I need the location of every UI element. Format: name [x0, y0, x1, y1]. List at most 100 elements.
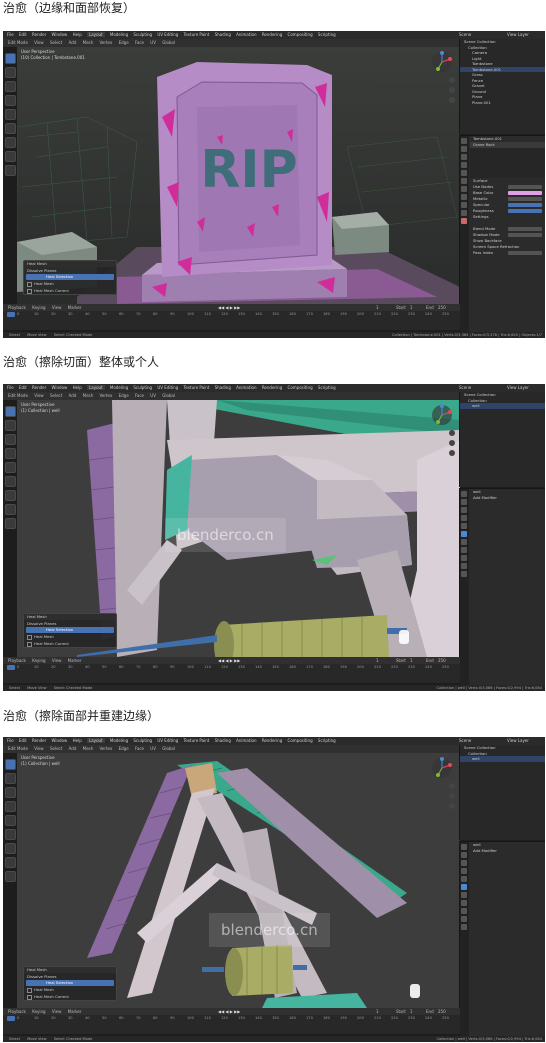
- workspace-tab-texture[interactable]: Texture Paint: [184, 32, 210, 37]
- move-tool[interactable]: [5, 81, 16, 92]
- playback-controls-icon[interactable]: ◀◀ ◀ ▶ ▶▶: [218, 304, 240, 311]
- scale-tool[interactable]: [5, 109, 16, 120]
- vertex-menu[interactable]: Vertex: [99, 746, 112, 751]
- menu-render[interactable]: Render: [32, 32, 46, 37]
- start-frame-field[interactable]: 1: [410, 1008, 413, 1015]
- timeline-ruler[interactable]: 0 10 20 30 40 50 60 70 80 90 100 110 120…: [3, 311, 460, 318]
- vertex-menu[interactable]: Vertex: [99, 40, 112, 45]
- frame-cursor[interactable]: [7, 665, 15, 670]
- keying-menu[interactable]: Keying: [32, 305, 45, 310]
- keying-menu[interactable]: Keying: [32, 1009, 45, 1014]
- annotate-tool[interactable]: [5, 843, 16, 854]
- particles-tab-icon[interactable]: [461, 539, 467, 545]
- orientation-dropdown[interactable]: Global: [162, 746, 175, 751]
- physics-tab-icon[interactable]: [461, 547, 467, 553]
- menu-window[interactable]: Window: [52, 385, 68, 390]
- current-frame-field[interactable]: 1: [376, 304, 379, 311]
- workspace-tab-scripting[interactable]: Scripting: [318, 32, 336, 37]
- use-nodes-field[interactable]: [508, 185, 542, 189]
- workspace-tab-uv[interactable]: UV Editing: [157, 32, 178, 37]
- output-tab-icon[interactable]: [461, 146, 467, 152]
- end-frame-field[interactable]: 250: [438, 657, 446, 664]
- uv-menu[interactable]: UV: [150, 40, 156, 45]
- menu-help[interactable]: Help: [73, 385, 82, 390]
- scale-tool[interactable]: [5, 815, 16, 826]
- workspace-tab-rendering[interactable]: Rendering: [262, 385, 282, 390]
- workspace-tab-uv[interactable]: UV Editing: [157, 738, 178, 743]
- add-menu[interactable]: Add: [69, 393, 77, 398]
- workspace-tab-animation[interactable]: Animation: [236, 385, 256, 390]
- redo-last-panel[interactable]: Heal Mesh Dissolve Planes Heal Selection…: [23, 613, 117, 648]
- view-menu[interactable]: View: [34, 40, 44, 45]
- camera-view-icon[interactable]: [449, 803, 455, 809]
- face-menu[interactable]: Face: [135, 40, 144, 45]
- workspace-tab-animation[interactable]: Animation: [236, 32, 256, 37]
- scene-selector[interactable]: Scene: [459, 384, 471, 392]
- menu-render[interactable]: Render: [32, 385, 46, 390]
- workspace-tab-modeling[interactable]: Modeling: [110, 32, 128, 37]
- menu-help[interactable]: Help: [73, 32, 82, 37]
- select-menu[interactable]: Select: [50, 393, 62, 398]
- workspace-tab-compositing[interactable]: Compositing: [288, 32, 313, 37]
- vertex-menu[interactable]: Vertex: [99, 393, 112, 398]
- edge-menu[interactable]: Edge: [119, 746, 129, 751]
- object-tab-icon[interactable]: [461, 170, 467, 176]
- metallic-slider[interactable]: [508, 197, 542, 201]
- measure-tool[interactable]: [5, 857, 16, 868]
- physics-tab-icon[interactable]: [461, 900, 467, 906]
- add-modifier-button[interactable]: Add Modifier: [470, 495, 545, 501]
- scene-tab-icon[interactable]: [461, 860, 467, 866]
- timeline-view-menu[interactable]: View: [52, 658, 62, 663]
- annotate-tool[interactable]: [5, 490, 16, 501]
- scene-selector[interactable]: Scene: [459, 31, 471, 39]
- heal-mesh-correct-checkbox[interactable]: Heal Mesh Correct: [24, 640, 116, 647]
- uv-menu[interactable]: UV: [150, 393, 156, 398]
- workspace-tab-layout[interactable]: Layout: [87, 738, 105, 743]
- scene-tab-icon[interactable]: [461, 507, 467, 513]
- mesh-menu[interactable]: Mesh: [83, 40, 94, 45]
- current-frame-field[interactable]: 1: [376, 657, 379, 664]
- mesh-menu[interactable]: Mesh: [83, 746, 94, 751]
- workspace-tab-modeling[interactable]: Modeling: [110, 385, 128, 390]
- transform-tool[interactable]: [5, 123, 16, 134]
- workspace-tab-compositing[interactable]: Compositing: [288, 738, 313, 743]
- menu-edit[interactable]: Edit: [19, 738, 27, 743]
- render-tab-icon[interactable]: [461, 491, 467, 497]
- menu-edit[interactable]: Edit: [19, 385, 27, 390]
- end-frame-field[interactable]: 250: [438, 1008, 446, 1015]
- heal-mesh-checkbox[interactable]: Heal Mesh: [24, 280, 116, 287]
- workspace-tab-shading[interactable]: Shading: [215, 738, 231, 743]
- workspace-tab-sculpting[interactable]: Sculpting: [133, 385, 152, 390]
- workspace-tab-sculpting[interactable]: Sculpting: [133, 738, 152, 743]
- select-menu[interactable]: Select: [50, 40, 62, 45]
- scene-tab-icon[interactable]: [461, 154, 467, 160]
- outliner-row[interactable]: Plane.001: [460, 100, 545, 106]
- data-tab-icon[interactable]: [461, 210, 467, 216]
- menu-window[interactable]: Window: [52, 32, 68, 37]
- roughness-slider[interactable]: [508, 209, 542, 213]
- world-tab-icon[interactable]: [461, 162, 467, 168]
- frame-cursor[interactable]: [7, 1016, 15, 1021]
- redo-last-panel[interactable]: Heal Mesh Dissolve Planes Heal Selection…: [23, 966, 117, 1001]
- navigation-gizmo[interactable]: [431, 51, 453, 73]
- select-box-tool[interactable]: [5, 53, 16, 64]
- workspace-tab-shading[interactable]: Shading: [215, 32, 231, 37]
- zoom-icon[interactable]: [449, 77, 455, 83]
- add-menu[interactable]: Add: [69, 40, 77, 45]
- workspace-tab-texture[interactable]: Texture Paint: [184, 738, 210, 743]
- annotate-tool[interactable]: [5, 137, 16, 148]
- object-tab-icon[interactable]: [461, 876, 467, 882]
- outliner-row-selected[interactable]: well: [460, 403, 545, 409]
- dissolve-planes-option[interactable]: Dissolve Planes: [24, 267, 116, 274]
- view-layer-selector[interactable]: View Layer: [507, 31, 529, 39]
- 3d-viewport[interactable]: blenderco.cn User Perspective (1) Collec…: [17, 753, 460, 1008]
- material-slot-area[interactable]: [470, 148, 545, 178]
- select-menu[interactable]: Select: [50, 746, 62, 751]
- physics-tab-icon[interactable]: [461, 194, 467, 200]
- move-tool[interactable]: [5, 787, 16, 798]
- edge-menu[interactable]: Edge: [119, 40, 129, 45]
- cursor-tool[interactable]: [5, 420, 16, 431]
- pan-icon[interactable]: [449, 793, 455, 799]
- timeline-view-menu[interactable]: View: [52, 305, 62, 310]
- extrude-tool[interactable]: [5, 518, 16, 529]
